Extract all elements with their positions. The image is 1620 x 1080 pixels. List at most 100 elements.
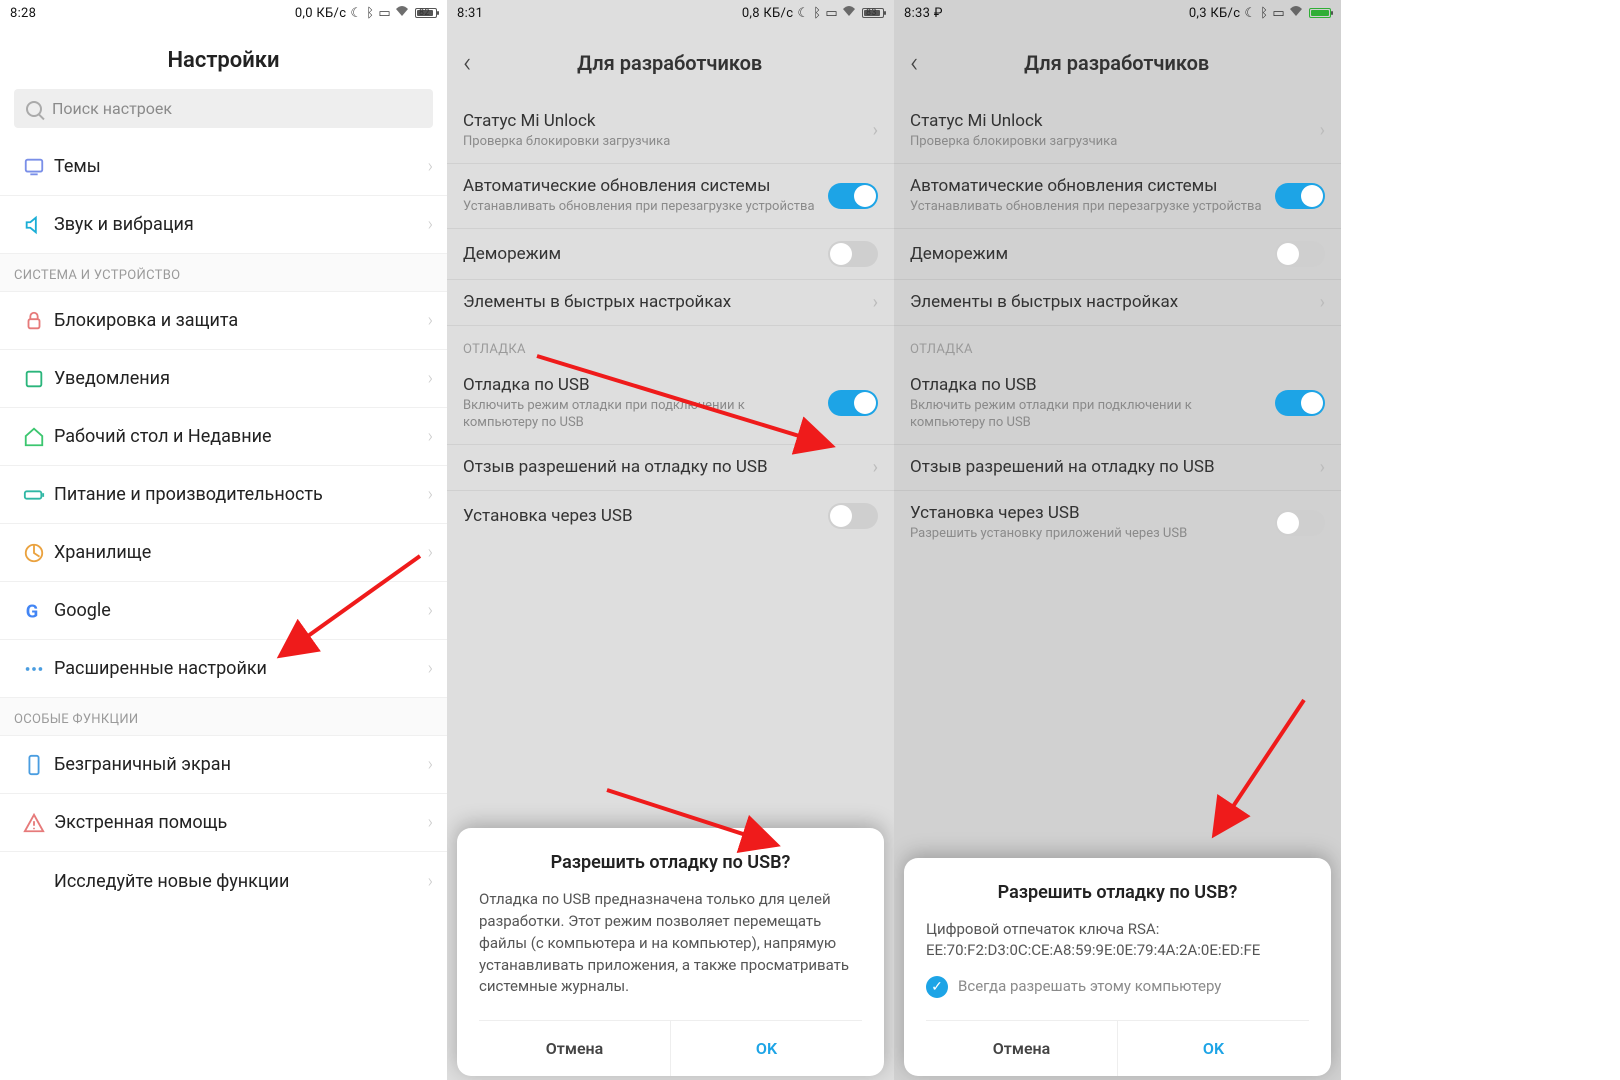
clock: 8:28: [10, 6, 36, 21]
chevron-right-icon: ›: [1320, 120, 1325, 141]
row-label: Темы: [54, 156, 428, 177]
row-explore[interactable]: Исследуйте новые функции ›: [0, 852, 447, 910]
row-label: Звук и вибрация: [54, 214, 428, 235]
row-power[interactable]: Питание и производительность ›: [0, 466, 447, 524]
row-sound[interactable]: Звук и вибрация ›: [0, 196, 447, 254]
row-themes[interactable]: Темы ›: [0, 138, 447, 196]
row-revoke-usb[interactable]: Отзыв разрешений на отладку по USB ›: [447, 445, 894, 491]
row-subtitle: Проверка блокировки загрузчика: [910, 134, 1310, 151]
usb-debug-dialog: Разрешить отладку по USB? Отладка по USB…: [457, 828, 884, 1076]
currency-icon: ₽: [934, 6, 943, 21]
chevron-right-icon: ›: [428, 368, 433, 389]
clock: 8:31: [457, 6, 483, 21]
row-label: Уведомления: [54, 368, 428, 389]
annotation-arrow: [1194, 690, 1314, 850]
row-qs-tiles[interactable]: Элементы в быстрых настройках ›: [894, 280, 1341, 326]
row-revoke-usb[interactable]: Отзыв разрешений на отладку по USB ›: [894, 445, 1341, 491]
ok-button[interactable]: OK: [671, 1021, 862, 1076]
row-demo[interactable]: Деморежим: [447, 229, 894, 280]
chevron-right-icon: ›: [1320, 292, 1325, 313]
row-title: Элементы в быстрых настройках: [463, 292, 863, 312]
row-title: Деморежим: [463, 244, 818, 264]
wifi-icon: [842, 5, 856, 21]
row-title: Автоматические обновления системы: [463, 176, 818, 196]
row-title: Установка через USB: [463, 506, 818, 526]
row-subtitle: Включить режим отладки при подключении к…: [910, 398, 1265, 432]
search-input[interactable]: Поиск настроек: [14, 89, 433, 128]
vibrate-icon: ▭: [825, 6, 838, 21]
row-label: Экстренная помощь: [54, 812, 428, 833]
row-qs-tiles[interactable]: Элементы в быстрых настройках ›: [447, 280, 894, 326]
dnd-icon: ☾: [797, 6, 809, 21]
toggle-switch[interactable]: [1275, 390, 1325, 416]
status-icons: 0,0 КБ/с ☾ ᛒ ▭ 82: [295, 5, 437, 21]
row-label: Питание и производительность: [54, 484, 428, 505]
row-install-usb[interactable]: Установка через USB Разрешить установку …: [894, 491, 1341, 555]
section-header-system: СИСТЕМА И УСТРОЙСТВО: [0, 254, 447, 292]
chevron-right-icon: ›: [428, 658, 433, 679]
row-label: Безграничный экран: [54, 754, 428, 775]
rsa-fingerprint-dialog: Разрешить отладку по USB? Цифровой отпеч…: [904, 858, 1331, 1077]
vibrate-icon: ▭: [1272, 6, 1285, 21]
page-title: Для разработчиков: [461, 51, 878, 75]
row-storage[interactable]: Хранилище ›: [0, 524, 447, 582]
developer-options-screen-with-rsa: 8:33 ₽ 0,3 КБ/с ☾ ᛒ ▭ ‹ Для разработчико…: [894, 0, 1341, 1080]
toggle-switch[interactable]: [1275, 510, 1325, 536]
battery-icon: 83: [862, 8, 884, 18]
ok-button[interactable]: OK: [1118, 1021, 1309, 1076]
status-bar: 8:31 0,8 КБ/с ☾ ᛒ ▭ 83: [447, 0, 894, 26]
themes-icon: [14, 156, 54, 178]
row-auto-update[interactable]: Автоматические обновления системы Устана…: [447, 164, 894, 229]
chevron-right-icon: ›: [428, 310, 433, 331]
row-mi-unlock[interactable]: Статус Mi Unlock Проверка блокировки заг…: [894, 99, 1341, 164]
battery-icon: 82: [415, 8, 437, 18]
always-allow-row[interactable]: ✓ Всегда разрешать этому компьютеру: [926, 976, 1309, 998]
row-lock[interactable]: Блокировка и защита ›: [0, 292, 447, 350]
row-google[interactable]: G Google ›: [0, 582, 447, 640]
row-auto-update[interactable]: Автоматические обновления системы Устана…: [894, 164, 1341, 229]
header: ‹ Для разработчиков: [447, 26, 894, 99]
row-home[interactable]: Рабочий стол и Недавние ›: [0, 408, 447, 466]
status-bar: 8:28 0,0 КБ/с ☾ ᛒ ▭ 82: [0, 0, 447, 26]
network-speed: 0,0 КБ/с: [295, 6, 347, 21]
row-title: Статус Mi Unlock: [463, 111, 863, 131]
row-emergency[interactable]: Экстренная помощь ›: [0, 794, 447, 852]
wifi-icon: [395, 5, 409, 21]
cancel-button[interactable]: Отмена: [926, 1021, 1118, 1076]
row-subtitle: Разрешить установку приложений через USB: [910, 526, 1265, 543]
row-notifications[interactable]: Уведомления ›: [0, 350, 447, 408]
rsa-fingerprint: EE:70:F2:D3:0C:CE:A8:59:9E:0E:79:4A:2A:0…: [926, 940, 1309, 962]
row-subtitle: Устанавливать обновления при перезагрузк…: [910, 199, 1265, 216]
row-fullscreen[interactable]: Безграничный экран ›: [0, 736, 447, 794]
row-usb-debug[interactable]: Отладка по USB Включить режим отладки пр…: [447, 363, 894, 445]
toggle-switch[interactable]: [828, 241, 878, 267]
toggle-switch[interactable]: [828, 503, 878, 529]
row-usb-debug[interactable]: Отладка по USB Включить режим отладки пр…: [894, 363, 1341, 445]
row-advanced[interactable]: Расширенные настройки ›: [0, 640, 447, 698]
toggle-switch[interactable]: [828, 183, 878, 209]
row-mi-unlock[interactable]: Статус Mi Unlock Проверка блокировки заг…: [447, 99, 894, 164]
checkbox-checked-icon[interactable]: ✓: [926, 976, 948, 998]
chevron-right-icon: ›: [428, 156, 433, 177]
home-icon: [14, 426, 54, 448]
clock: 8:33 ₽: [904, 6, 943, 21]
chevron-right-icon: ›: [428, 214, 433, 235]
row-title: Статус Mi Unlock: [910, 111, 1310, 131]
cancel-button[interactable]: Отмена: [479, 1021, 671, 1076]
row-demo[interactable]: Деморежим: [894, 229, 1341, 280]
row-install-usb[interactable]: Установка через USB: [447, 491, 894, 541]
chevron-right-icon: ›: [873, 120, 878, 141]
search-placeholder: Поиск настроек: [52, 99, 172, 118]
toggle-switch[interactable]: [1275, 183, 1325, 209]
network-speed: 0,8 КБ/с: [742, 6, 794, 21]
section-header-features: ОСОБЫЕ ФУНКЦИИ: [0, 698, 447, 736]
dialog-title: Разрешить отладку по USB?: [479, 852, 862, 873]
storage-icon: [14, 542, 54, 564]
row-title: Деморежим: [910, 244, 1265, 264]
status-icons: 0,8 КБ/с ☾ ᛒ ▭ 83: [742, 5, 884, 21]
sound-icon: [14, 214, 54, 236]
toggle-switch[interactable]: [1275, 241, 1325, 267]
row-label: Блокировка и защита: [54, 310, 428, 331]
row-title: Установка через USB: [910, 503, 1265, 523]
toggle-switch[interactable]: [828, 390, 878, 416]
